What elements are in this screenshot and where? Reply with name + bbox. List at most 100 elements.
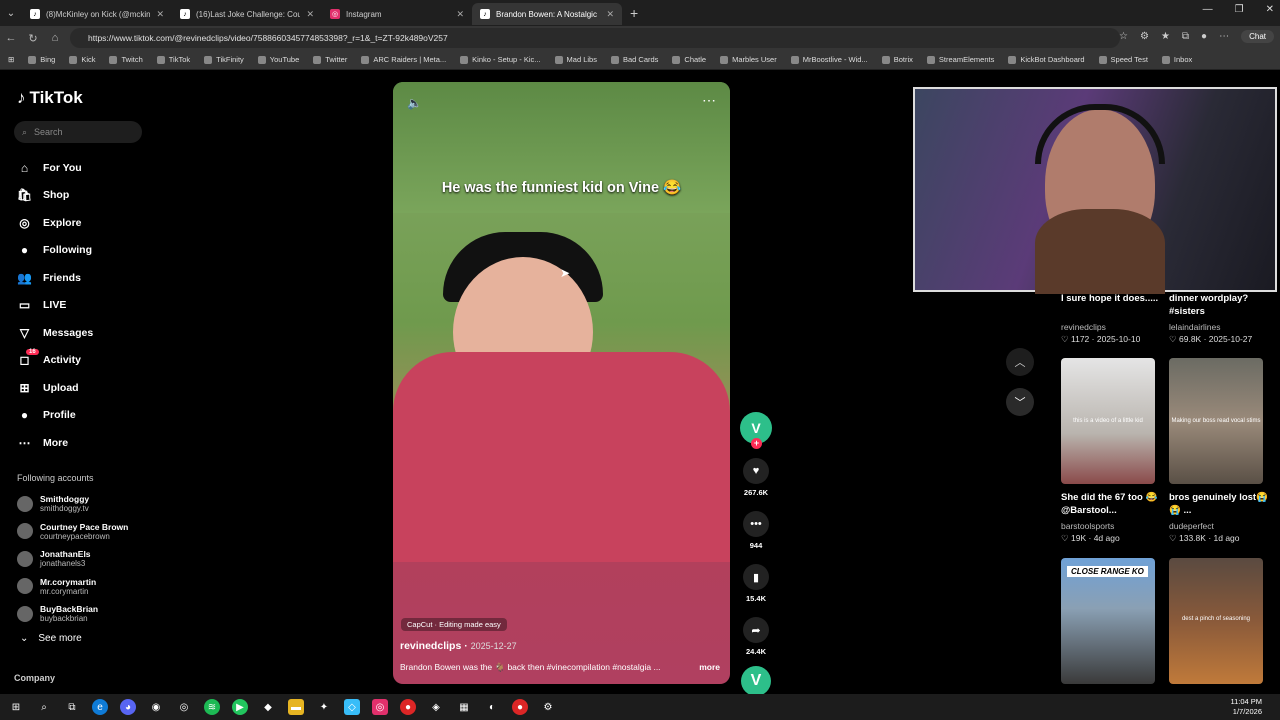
extensions-icon[interactable]: ⚙ [1140, 31, 1149, 42]
back-icon[interactable]: ← [0, 32, 22, 44]
taskbar-clock[interactable]: 11:04 PM 1/7/2026 [1230, 697, 1262, 717]
bookmark-item[interactable]: Twitter [313, 55, 347, 64]
sidebar-item-following[interactable]: ● Following [17, 237, 177, 265]
bookmark-item[interactable]: Mad Libs [554, 55, 597, 64]
sidebar-item-profile[interactable]: ● Profile [17, 402, 177, 430]
obs-icon[interactable]: ● [400, 699, 416, 715]
following-account[interactable]: Smithdoggy smithdoggy.tv [17, 490, 187, 518]
search-icon[interactable]: ⌕ [36, 699, 52, 715]
sidebar-item-explore[interactable]: ◎ Explore [17, 209, 177, 237]
bookmark-item[interactable]: Marbles User [720, 55, 777, 64]
follow-plus-icon[interactable]: + [751, 438, 762, 449]
rec-item[interactable]: She did the 67 too 😂 @Barstool... barsto… [1061, 491, 1161, 544]
collections-icon[interactable]: ⧉ [1182, 31, 1189, 42]
windows-start-icon[interactable]: ⊞ [8, 699, 24, 715]
discord-icon[interactable]: ◕ [120, 699, 136, 715]
like-action[interactable]: ♥ 267.6K [738, 458, 774, 497]
app-icon[interactable]: ✦ [316, 699, 332, 715]
rec-thumbnail[interactable]: dest a pinch of seasoning [1169, 558, 1263, 684]
following-account[interactable]: Mr.corymartin mr.corymartin [17, 573, 187, 601]
minimize-icon[interactable]: — [1203, 4, 1213, 15]
app-icon[interactable]: ▦ [456, 699, 472, 715]
bookmark-item[interactable]: Kick [69, 55, 95, 64]
app-icon[interactable]: ● [512, 699, 528, 715]
next-video-chevron-down-icon[interactable]: ﹀ [1006, 388, 1034, 416]
sidebar-item-friends[interactable]: 👥 Friends [17, 264, 177, 292]
bookmark-item[interactable]: Chatle [672, 55, 706, 64]
new-tab-icon[interactable]: + [630, 5, 638, 21]
sidebar-item-more[interactable]: ⋯ More [17, 429, 177, 457]
spotify-icon[interactable]: ≋ [204, 699, 220, 715]
sound-disc-icon[interactable]: V [741, 666, 771, 696]
app-icon[interactable]: ◈ [428, 699, 444, 715]
bookmark-item[interactable]: Inbox [1161, 55, 1192, 64]
close-tab-icon[interactable]: ✕ [456, 9, 464, 20]
rec-thumbnail[interactable]: CLOSE RANGE KO [1061, 558, 1155, 684]
save-action[interactable]: ▮ 15.4K [738, 564, 774, 603]
settings-gear-icon[interactable]: ⚙ [540, 699, 556, 715]
folder-icon[interactable]: ▬ [288, 699, 304, 715]
refresh-icon[interactable]: ↻ [22, 32, 44, 45]
bookmark-item[interactable]: ARC Raiders | Meta... [361, 55, 446, 64]
url-field[interactable]: https://www.tiktok.com/@revinedclips/vid… [70, 28, 1120, 48]
bookmark-item[interactable]: Botrix [881, 55, 913, 64]
app-icon[interactable]: ▶ [232, 699, 248, 715]
rec-thumbnail[interactable]: this is a video of a little kid [1061, 358, 1155, 484]
close-tab-icon[interactable]: ✕ [306, 9, 314, 20]
sidebar-item-live[interactable]: ▭ LIVE [17, 292, 177, 320]
close-tab-icon[interactable]: ✕ [606, 9, 614, 20]
bookmark-item[interactable]: KickBot Dashboard [1008, 55, 1085, 64]
following-account[interactable]: Courtney Pace Brown courtneypacebrown [17, 518, 187, 546]
sidebar-item-activity[interactable]: ◻ Activity 16 [17, 347, 177, 375]
following-account[interactable]: JonathanEls jonathanels3 [17, 545, 187, 573]
maximize-icon[interactable]: ❐ [1235, 4, 1244, 15]
sidebar-item-shop[interactable]: 🛍 Shop [17, 182, 177, 210]
app-icon[interactable]: ◉ [148, 699, 164, 715]
home-icon[interactable]: ⌂ [44, 32, 66, 44]
creator-avatar[interactable]: V + [740, 412, 772, 449]
close-tab-icon[interactable]: ✕ [156, 9, 164, 20]
menu-dots-icon[interactable]: ⋯ [1219, 31, 1229, 42]
more-link[interactable]: more [699, 662, 720, 673]
bookmark-star-icon[interactable]: ☆ [1119, 31, 1128, 42]
sidebar-item-upload[interactable]: ⊞ Upload [17, 374, 177, 402]
bookmark-item[interactable]: Speed Test [1098, 55, 1148, 64]
volume-icon[interactable]: 🔈 [407, 96, 422, 110]
previous-video-chevron-up-icon[interactable]: ︿ [1006, 348, 1034, 376]
bookmark-item[interactable]: Bad Cards [610, 55, 658, 64]
app-icon[interactable]: ◎ [176, 699, 192, 715]
browser-tab[interactable]: ◎ Instagram ✕ [322, 3, 472, 25]
search-input[interactable]: ⌕ Search [14, 121, 142, 143]
close-window-icon[interactable]: ✕ [1266, 4, 1274, 15]
rec-item[interactable]: bros genuinely lost😭😭 ... dudeperfect ♡ … [1169, 491, 1269, 544]
bookmark-item[interactable]: Bing [28, 55, 55, 64]
browser-tab[interactable]: ♪(16)Last Joke Challenge: Couple C✕ [172, 3, 322, 25]
app-icon[interactable]: ◎ [372, 699, 388, 715]
rec-thumbnail[interactable]: Making our boss read vocal stims [1169, 358, 1263, 484]
bookmark-item[interactable]: TikTok [156, 55, 190, 64]
browser-tab-active[interactable]: ♪ Brandon Bowen: A Nostalgic ✕ [472, 3, 622, 25]
app-icon[interactable]: ◆ [260, 699, 276, 715]
app-icon[interactable]: ◇ [344, 699, 360, 715]
tiktok-logo[interactable]: ♪ TikTok [17, 88, 83, 108]
profile-avatar-icon[interactable]: ● [1201, 31, 1207, 42]
tab-list-menu-icon[interactable]: ⌄ [0, 8, 22, 19]
rec-item[interactable]: I sure hope it does..... revinedclips ♡ … [1061, 292, 1161, 345]
rec-item[interactable]: dinner wordplay? #sisters lelaindairline… [1169, 292, 1269, 345]
comment-action[interactable]: ••• 944 [738, 511, 774, 550]
bookmark-item[interactable]: StreamElements [926, 55, 994, 64]
bookmark-item[interactable]: Twitch [109, 55, 143, 64]
capcut-tag[interactable]: CapCut · Editing made easy [401, 618, 507, 631]
bookmark-item[interactable]: TikFinity [204, 55, 244, 64]
app-icon[interactable]: ◐ [484, 699, 500, 715]
bookmark-item[interactable]: Kinko - Setup - Kic... [460, 55, 541, 64]
bookmark-item[interactable]: YouTube [257, 55, 299, 64]
chat-button[interactable]: Chat [1241, 30, 1274, 43]
browser-tab[interactable]: ♪(8)McKinley on Kick (@mckinley.ti✕ [22, 3, 172, 25]
bookmark-item[interactable]: MrBoostlive - Wid... [790, 55, 868, 64]
see-more-button[interactable]: ⌄ See more [20, 633, 82, 644]
sidebar-item-for-you[interactable]: ⌂ For You [17, 154, 177, 182]
task-view-icon[interactable]: ⧉ [64, 699, 80, 715]
share-action[interactable]: ➦ 24.4K [738, 617, 774, 656]
company-link[interactable]: Company [14, 673, 55, 683]
